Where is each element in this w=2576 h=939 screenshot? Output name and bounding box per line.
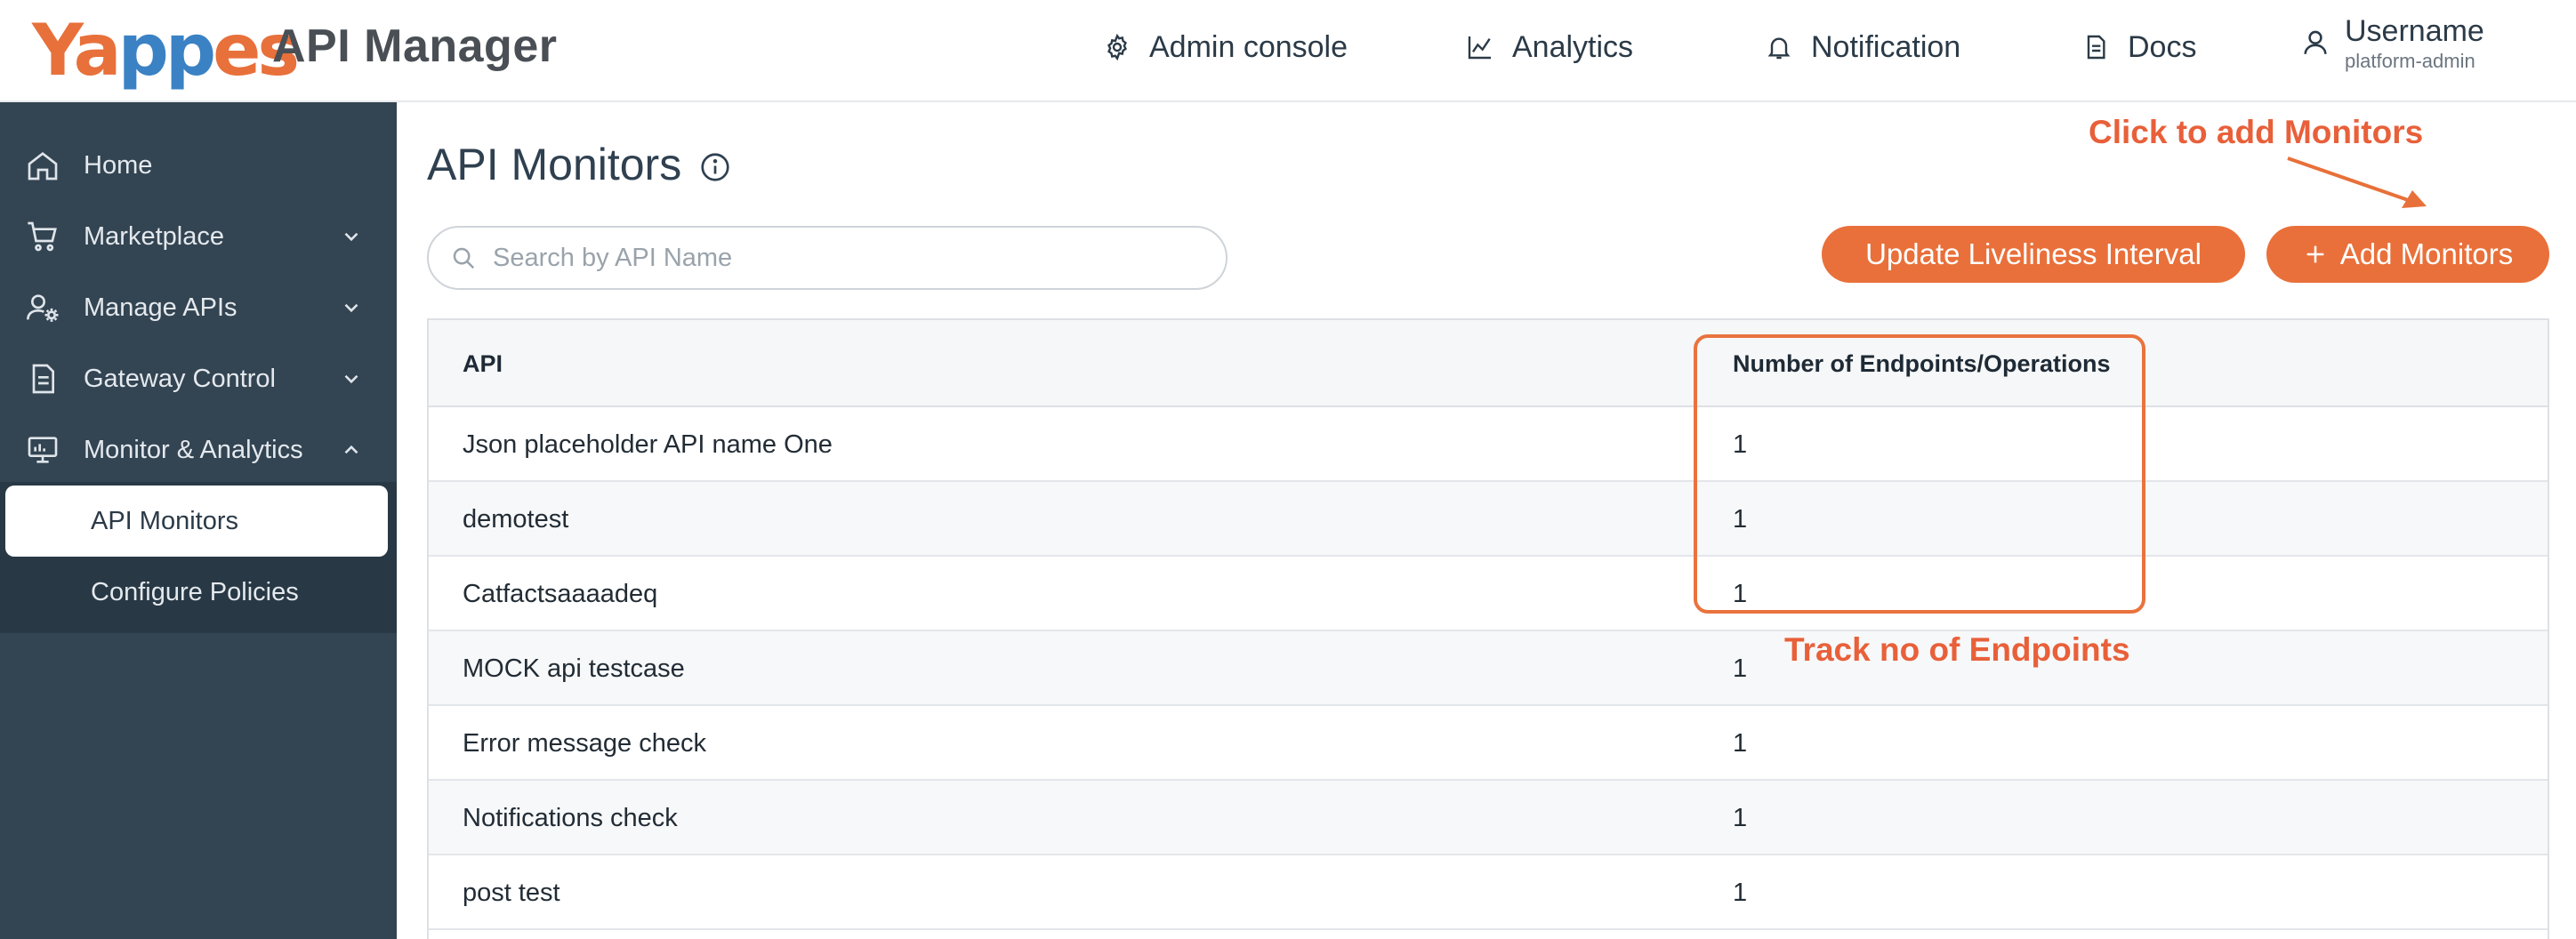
cell-api-name: Error message check	[463, 729, 706, 758]
table-row[interactable]: post test 1	[429, 855, 2548, 930]
monitor-icon	[28, 437, 58, 463]
api-monitors-table: API Number of Endpoints/Operations Json …	[427, 318, 2549, 939]
cell-endpoint-count: 1	[1733, 804, 1748, 832]
nav-docs[interactable]: Docs	[2081, 27, 2196, 68]
endpoints-annotation: Track no of Endpoints	[1784, 631, 2130, 668]
monitor-submenu: API Monitors Configure Policies	[0, 482, 397, 633]
annotation-arrow-icon	[2287, 156, 2427, 208]
chevron-down-icon	[344, 374, 358, 384]
table-row[interactable]: Notifications check 1	[429, 781, 2548, 855]
chevron-down-icon	[344, 303, 358, 313]
nav-admin-console[interactable]: Admin console	[1103, 27, 1348, 68]
cell-api-name: Json placeholder API name One	[463, 430, 833, 459]
logo-text: Yappes	[32, 9, 300, 92]
nav-analytics[interactable]: Analytics	[1466, 27, 1633, 68]
sidebar-item-label: Configure Policies	[91, 577, 299, 606]
nav-notification-label: Notification	[1811, 29, 1961, 64]
document-icon	[32, 364, 54, 394]
add-monitors-button[interactable]: Add Monitors	[2266, 226, 2549, 283]
cell-endpoint-count: 1	[1733, 879, 1748, 907]
nav-notification[interactable]: Notification	[1765, 27, 1960, 68]
search-icon	[453, 247, 475, 269]
update-liveliness-interval-button[interactable]: Update Liveliness Interval	[1822, 226, 2245, 283]
bell-icon	[1767, 37, 1791, 60]
cell-endpoint-count: 1	[1733, 729, 1748, 758]
cell-api-name: Catfactsaaaadeq	[463, 580, 658, 608]
sidebar-item-label: Home	[84, 150, 153, 180]
user-gear-icon	[27, 294, 59, 322]
table-row[interactable]: Catfactsaaaadeq 1	[429, 557, 2548, 631]
user-text: Username platform-admin	[2345, 12, 2484, 73]
sidebar-item-marketplace[interactable]: Marketplace	[0, 205, 397, 268]
cell-api-name: MOCK api testcase	[463, 654, 685, 683]
sidebar-item-label: Manage APIs	[84, 293, 237, 322]
sidebar-item-monitor-analytics[interactable]: Monitor & Analytics	[0, 419, 397, 481]
add-monitors-annotation: Click to add Monitors	[2089, 114, 2424, 150]
sidebar-item-gateway-control[interactable]: Gateway Control	[0, 348, 397, 410]
sidebar-item-label: Gateway Control	[84, 364, 276, 393]
top-bar: Yappes API Manager Admin console Analyti…	[0, 0, 2576, 102]
table-header: API Number of Endpoints/Operations	[429, 320, 2548, 407]
sidebar-item-home[interactable]: Home	[0, 134, 397, 197]
gear-icon	[1107, 33, 1127, 61]
document-icon	[2087, 35, 2105, 60]
table-row[interactable]: MOCK api testcase 1	[429, 631, 2548, 706]
chevron-down-icon	[344, 232, 358, 242]
yappes-logo[interactable]: Yappes	[32, 9, 300, 92]
home-icon	[28, 151, 58, 181]
sidebar-item-manage-apis[interactable]: Manage APIs	[0, 277, 397, 339]
table-row[interactable]: Json placeholder API name One 1	[429, 407, 2548, 482]
cell-endpoint-count: 1	[1733, 654, 1748, 683]
user-name: Username	[2345, 14, 2484, 48]
page-title-text: API Monitors	[427, 140, 682, 189]
cell-api-name: post test	[463, 879, 560, 907]
info-icon[interactable]	[699, 151, 731, 183]
sidebar-item-label: API Monitors	[91, 506, 238, 535]
sidebar-item-configure-policies[interactable]: Configure Policies	[5, 557, 388, 628]
sidebar: Home Marketplace Manage APIs Gateway Con…	[0, 102, 397, 939]
update-liveliness-interval-label: Update Liveliness Interval	[1865, 237, 2202, 270]
cell-api-name: Notifications check	[463, 804, 678, 832]
sidebar-item-label: Marketplace	[84, 221, 224, 251]
table-row[interactable]: Error message check 1	[429, 706, 2548, 781]
user-role: platform-admin	[2345, 50, 2475, 72]
cart-icon	[28, 221, 57, 252]
user-menu[interactable]: Username platform-admin	[2300, 12, 2484, 73]
search-input[interactable]	[493, 231, 1204, 285]
nav-docs-label: Docs	[2128, 29, 2197, 64]
chevron-up-icon	[344, 445, 358, 454]
endpoints-highlight-box	[1694, 334, 2145, 614]
search-box	[427, 226, 1228, 290]
line-chart-icon	[1468, 36, 1491, 60]
plus-icon	[2306, 245, 2324, 263]
page-title: API Monitors	[427, 139, 731, 190]
add-monitors-label: Add Monitors	[2339, 237, 2514, 270]
nav-admin-console-label: Admin console	[1149, 29, 1348, 64]
app-name: API Manager	[272, 20, 558, 72]
cell-api-name: demotest	[463, 505, 569, 534]
sidebar-item-api-monitors[interactable]: API Monitors	[5, 486, 388, 557]
sidebar-item-label: Monitor & Analytics	[84, 435, 303, 464]
column-header-api[interactable]: API	[463, 350, 503, 378]
user-icon	[2304, 30, 2327, 54]
nav-analytics-label: Analytics	[1512, 29, 1634, 64]
table-row[interactable]: demotest 1	[429, 482, 2548, 557]
